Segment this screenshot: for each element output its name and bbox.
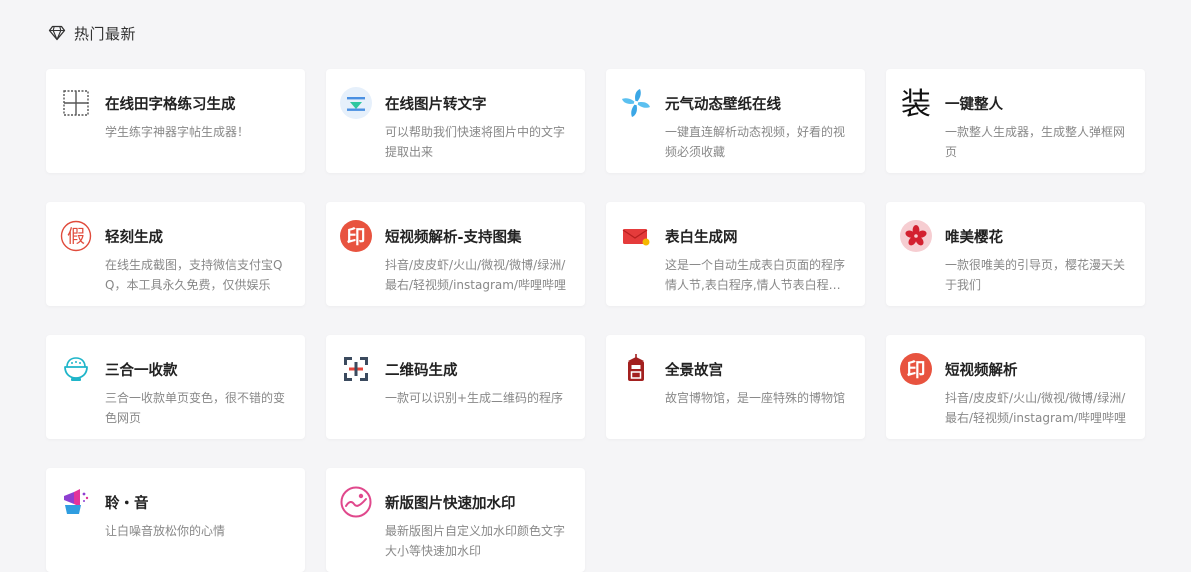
- card-title: 元气动态壁纸在线: [665, 96, 781, 113]
- palace-lantern-icon: [620, 353, 652, 385]
- card-desc: 最新版图片自定义加水印颜色文字大小等快速加水印: [385, 524, 566, 558]
- card-desc: 可以帮助我们快速将图片中的文字提取出来: [385, 125, 566, 159]
- tool-card-payment[interactable]: 三合一收款 三合一收款单页变色，很不错的变色网页: [46, 335, 305, 439]
- tool-card-live-wallpaper[interactable]: 元气动态壁纸在线 一键直连解析动态视频，好看的视频必须收藏: [606, 69, 865, 173]
- card-desc: 抖音/皮皮虾/火山/微视/微博/绿洲/最右/轻视频/instagram/哔哩哔哩: [385, 258, 566, 292]
- card-desc: 故宫博物馆，是一座特殊的博物馆: [665, 391, 846, 405]
- tool-card-palace[interactable]: 全景故宫 故宫博物馆，是一座特殊的博物馆: [606, 335, 865, 439]
- card-desc: 三合一收款单页变色，很不错的变色网页: [105, 391, 286, 425]
- card-desc: 一款可以识别+生成二维码的程序: [385, 391, 564, 405]
- tool-card-grid-practice[interactable]: 在线田字格练习生成 学生练字神器字帖生成器！: [46, 69, 305, 173]
- jia-stamp-icon: 假: [60, 220, 92, 252]
- envelope-icon: [620, 220, 652, 252]
- card-title: 短视频解析-支持图集: [385, 229, 522, 246]
- svg-text:印: 印: [906, 359, 925, 381]
- yin-stamp-icon: 印: [340, 220, 372, 252]
- card-desc: 在线生成截图，支持微信支付宝QQ，本工具永久免费，仅供娱乐: [105, 258, 283, 292]
- tool-card-qrcode[interactable]: 二维码生成 一款可以识别+生成二维码的程序: [326, 335, 585, 439]
- tools-grid: 在线田字格练习生成 学生练字神器字帖生成器！ 在线图片转文字 可以帮助我们快速将…: [46, 69, 1145, 572]
- section-header: 热门最新: [48, 22, 136, 44]
- svg-text:印: 印: [346, 226, 365, 248]
- grid-paper-icon: [60, 87, 92, 119]
- card-title: 全景故宫: [665, 362, 723, 379]
- megaphone-icon: [60, 486, 92, 518]
- svg-text:装: 装: [901, 87, 931, 119]
- tool-card-image-to-text[interactable]: 在线图片转文字 可以帮助我们快速将图片中的文字提取出来: [326, 69, 585, 173]
- card-desc: 一款很唯美的引导页，樱花漫天关于我们: [945, 258, 1126, 292]
- diamond-icon: [48, 25, 66, 41]
- tool-card-confession[interactable]: 表白生成网 这是一个自动生成表白页面的程序情人节,表白程序,情人节表白程序等: [606, 202, 865, 306]
- tool-card-watermark[interactable]: 新版图片快速加水印 最新版图片自定义加水印颜色文字大小等快速加水印: [326, 468, 585, 572]
- card-desc: 让白噪音放松你的心情: [105, 524, 226, 538]
- card-title: 轻刻生成: [105, 229, 163, 246]
- tool-card-video-parse[interactable]: 印 短视频解析 抖音/皮皮虾/火山/微视/微博/绿洲/最右/轻视频/instag…: [886, 335, 1145, 439]
- card-title: 二维码生成: [385, 362, 458, 379]
- bowl-icon: [60, 353, 92, 385]
- pinwheel-icon: [620, 87, 652, 119]
- svg-text:假: 假: [67, 227, 85, 248]
- card-desc: 一款整人生成器，生成整人弹框网页: [945, 125, 1126, 159]
- yin-stamp-icon: 印: [900, 353, 932, 385]
- watermark-icon: [340, 486, 372, 518]
- card-title: 唯美樱花: [945, 229, 1003, 246]
- card-title: 在线图片转文字: [385, 96, 487, 113]
- card-title: 表白生成网: [665, 229, 738, 246]
- card-desc: 学生练字神器字帖生成器！: [105, 125, 250, 139]
- card-title: 新版图片快速加水印: [385, 495, 516, 512]
- card-desc: 抖音/皮皮虾/火山/微视/微博/绿洲/最右/轻视频/instagram/哔哩哔哩: [945, 391, 1126, 425]
- tool-card-white-noise[interactable]: 聆・音 让白噪音放松你的心情: [46, 468, 305, 572]
- sakura-icon: [900, 220, 932, 252]
- tool-card-prank[interactable]: 装 一键整人 一款整人生成器，生成整人弹框网页: [886, 69, 1145, 173]
- tool-card-screenshot-gen[interactable]: 假 轻刻生成 在线生成截图，支持微信支付宝QQ，本工具永久免费，仅供娱乐: [46, 202, 305, 306]
- qrcode-icon: [340, 353, 372, 385]
- section-title: 热门最新: [74, 24, 137, 43]
- card-desc: 这是一个自动生成表白页面的程序情人节,表白程序,情人节表白程序等: [665, 258, 846, 292]
- card-title: 在线田字格练习生成: [105, 96, 236, 113]
- card-title: 一键整人: [945, 96, 1003, 113]
- zhuang-char-icon: 装: [900, 87, 932, 119]
- tool-card-video-parse-album[interactable]: 印 短视频解析-支持图集 抖音/皮皮虾/火山/微视/微博/绿洲/最右/轻视频/i…: [326, 202, 585, 306]
- tool-card-sakura[interactable]: 唯美樱花 一款很唯美的引导页，樱花漫天关于我们: [886, 202, 1145, 306]
- card-title: 短视频解析: [945, 362, 1018, 379]
- card-title: 三合一收款: [105, 362, 178, 379]
- card-desc: 一键直连解析动态视频，好看的视频必须收藏: [665, 125, 846, 159]
- card-title: 聆・音: [105, 495, 149, 512]
- image-to-text-icon: [340, 87, 372, 119]
